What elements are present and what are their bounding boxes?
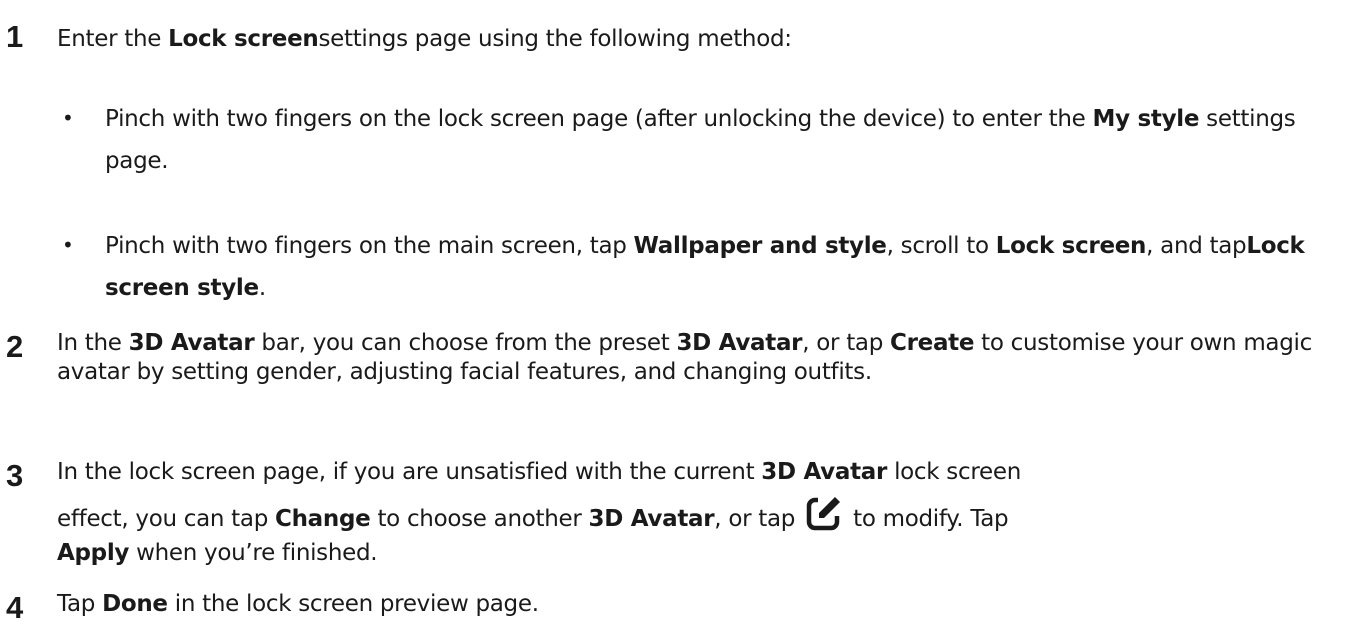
text-run: effect, you can tap xyxy=(57,506,276,532)
step-text: In the 3D Avatar bar, you can choose fro… xyxy=(57,329,1340,387)
bullet-text: Pinch with two fingers on the main scree… xyxy=(105,225,1340,309)
step-4: 4 Tap Done in the lock screen preview pa… xyxy=(0,590,1340,625)
bold-term: 3D Avatar xyxy=(761,459,888,485)
bullet-dot-icon: • xyxy=(62,233,74,257)
text-run: , or tap xyxy=(802,330,891,356)
bold-term: Lock screen xyxy=(168,26,319,52)
text-run: in the lock screen preview page. xyxy=(167,591,539,617)
bullet-dot-icon: • xyxy=(62,106,74,130)
text-run: settings page using the following method… xyxy=(318,26,792,52)
bold-term: Wallpaper and style xyxy=(633,233,887,259)
text-run: to modify. Tap xyxy=(846,506,1009,532)
text-line: Apply when you’re finished. xyxy=(57,539,1340,568)
text-run: In the xyxy=(57,330,129,356)
step-3: 3 In the lock screen page, if you are un… xyxy=(0,458,1340,568)
bullet-item-2: • Pinch with two fingers on the main scr… xyxy=(0,225,1340,309)
text-run: . xyxy=(258,275,266,301)
step-2: 2 In the 3D Avatar bar, you can choose f… xyxy=(0,329,1340,387)
text-run: , or tap xyxy=(714,506,803,532)
text-run: to choose another xyxy=(370,506,589,532)
step-text: Enter the Lock screensettings page using… xyxy=(57,19,1340,59)
text-run: Enter the xyxy=(57,26,169,52)
text-line: effect, you can tap Change to choose ano… xyxy=(57,494,1340,539)
step-number: 2 xyxy=(6,329,24,364)
bold-term: Create xyxy=(890,330,975,356)
text-run: In the lock screen page, if you are unsa… xyxy=(57,459,762,485)
step-number: 3 xyxy=(6,458,24,493)
text-run: , scroll to xyxy=(886,233,996,259)
bold-term: Lock screen xyxy=(995,233,1147,259)
bold-term: 3D Avatar xyxy=(128,330,255,356)
bold-term: 3D Avatar xyxy=(676,330,803,356)
text-line: In the lock screen page, if you are unsa… xyxy=(57,458,1340,487)
instruction-document: 1 Enter the Lock screensettings page usi… xyxy=(0,0,1358,632)
bold-term: 3D Avatar xyxy=(588,506,715,532)
text-run: lock screen xyxy=(887,459,1021,485)
step-text: Tap Done in the lock screen preview page… xyxy=(57,590,1340,619)
text-run: bar, you can choose from the preset xyxy=(254,330,677,356)
text-run: Tap xyxy=(57,591,103,617)
text-run: Pinch with two fingers on the main scree… xyxy=(105,233,634,259)
bullet-text: Pinch with two fingers on the lock scree… xyxy=(105,98,1340,182)
step-1: 1 Enter the Lock screensettings page usi… xyxy=(0,19,1340,59)
text-run: , and tap xyxy=(1146,233,1247,259)
bold-term: Change xyxy=(275,506,371,532)
bold-term: Apply xyxy=(57,540,130,566)
bold-term: Done xyxy=(102,591,168,617)
step-number: 4 xyxy=(6,590,24,625)
step-number: 1 xyxy=(6,19,24,54)
bold-term: My style xyxy=(1092,106,1200,132)
step-text: In the lock screen page, if you are unsa… xyxy=(57,458,1340,568)
bullet-item-1: • Pinch with two fingers on the lock scr… xyxy=(0,98,1340,182)
text-run: when you’re finished. xyxy=(129,540,378,566)
edit-icon xyxy=(806,494,841,531)
text-run: Pinch with two fingers on the lock scree… xyxy=(105,106,1093,132)
